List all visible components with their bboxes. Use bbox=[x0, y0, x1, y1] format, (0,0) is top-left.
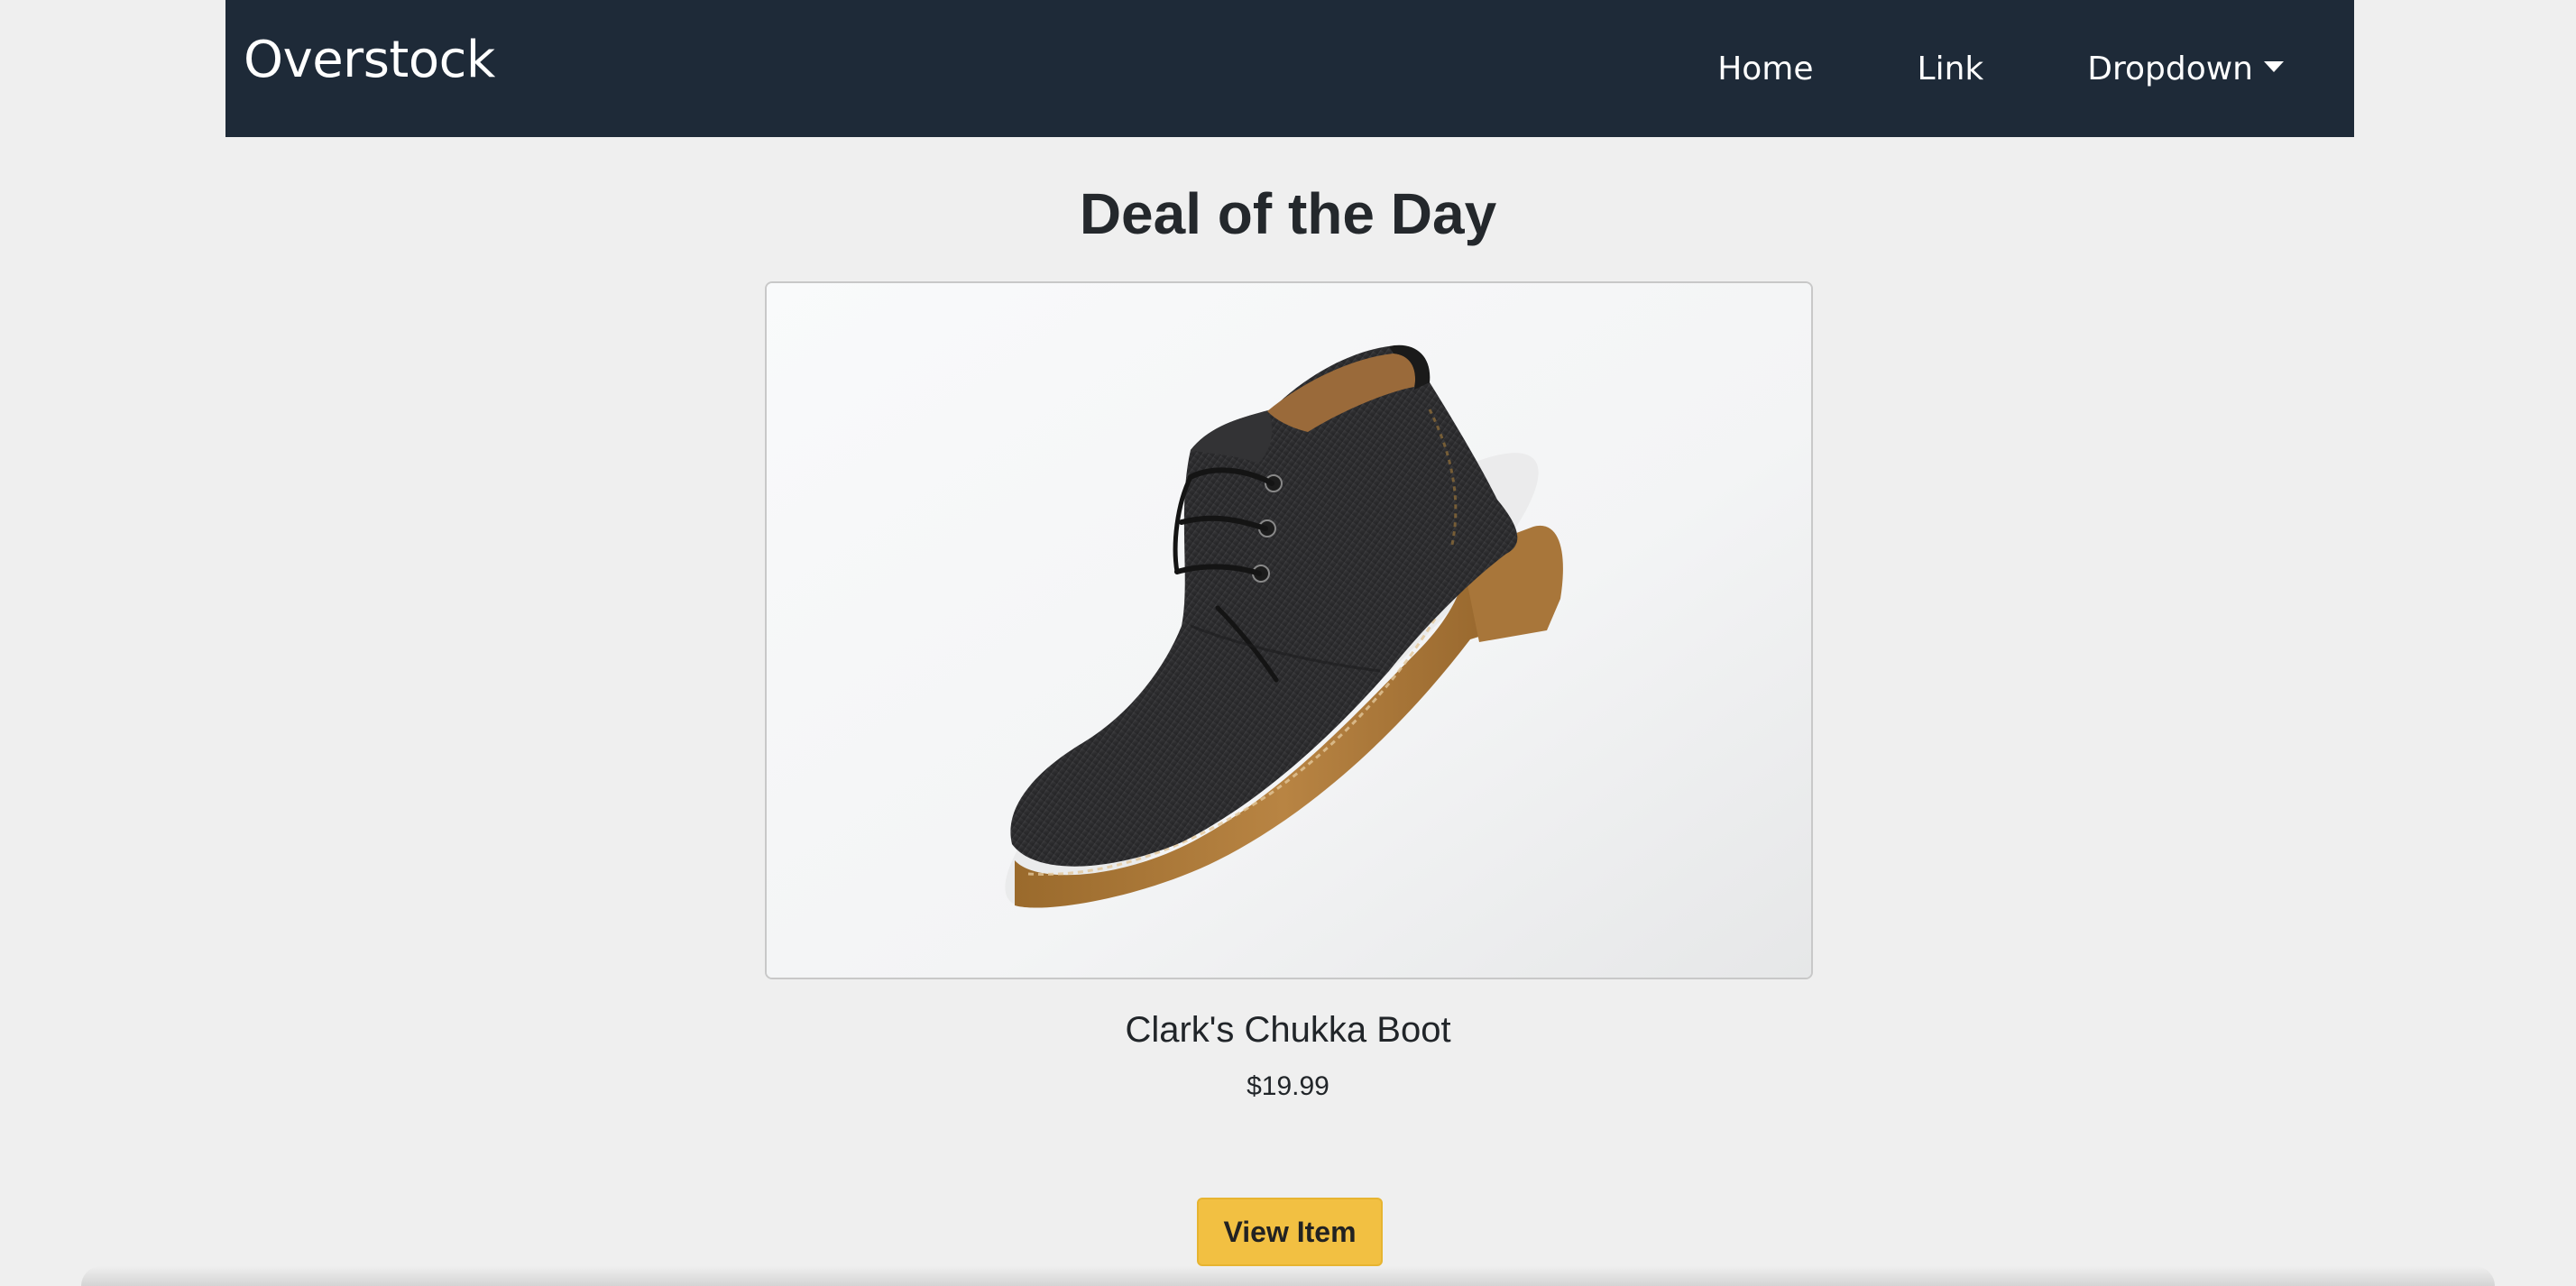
product-image[interactable] bbox=[765, 281, 1813, 979]
product-price: $19.99 bbox=[1247, 1071, 1329, 1101]
nav-dropdown-toggle[interactable]: Dropdown bbox=[2087, 51, 2284, 87]
caret-down-icon bbox=[2264, 61, 2284, 72]
page: Overstock Home Link Dropdown Deal of the… bbox=[0, 0, 2576, 1286]
page-title: Deal of the Day bbox=[1079, 181, 1497, 246]
boot-image-icon bbox=[767, 283, 1811, 978]
product-name[interactable]: Clark's Chukka Boot bbox=[0, 1010, 2576, 1051]
top-navbar: Overstock Home Link Dropdown bbox=[225, 0, 2354, 137]
footer-shadow bbox=[81, 1266, 2495, 1286]
nav-dropdown-label: Dropdown bbox=[2087, 50, 2253, 87]
nav-links: Home Link Dropdown bbox=[1717, 0, 2284, 137]
brand-logo[interactable]: Overstock bbox=[244, 31, 495, 89]
nav-home-link[interactable]: Home bbox=[1717, 51, 1813, 87]
nav-link-link[interactable]: Link bbox=[1918, 51, 1984, 87]
view-item-button[interactable]: View Item bbox=[1197, 1198, 1383, 1266]
